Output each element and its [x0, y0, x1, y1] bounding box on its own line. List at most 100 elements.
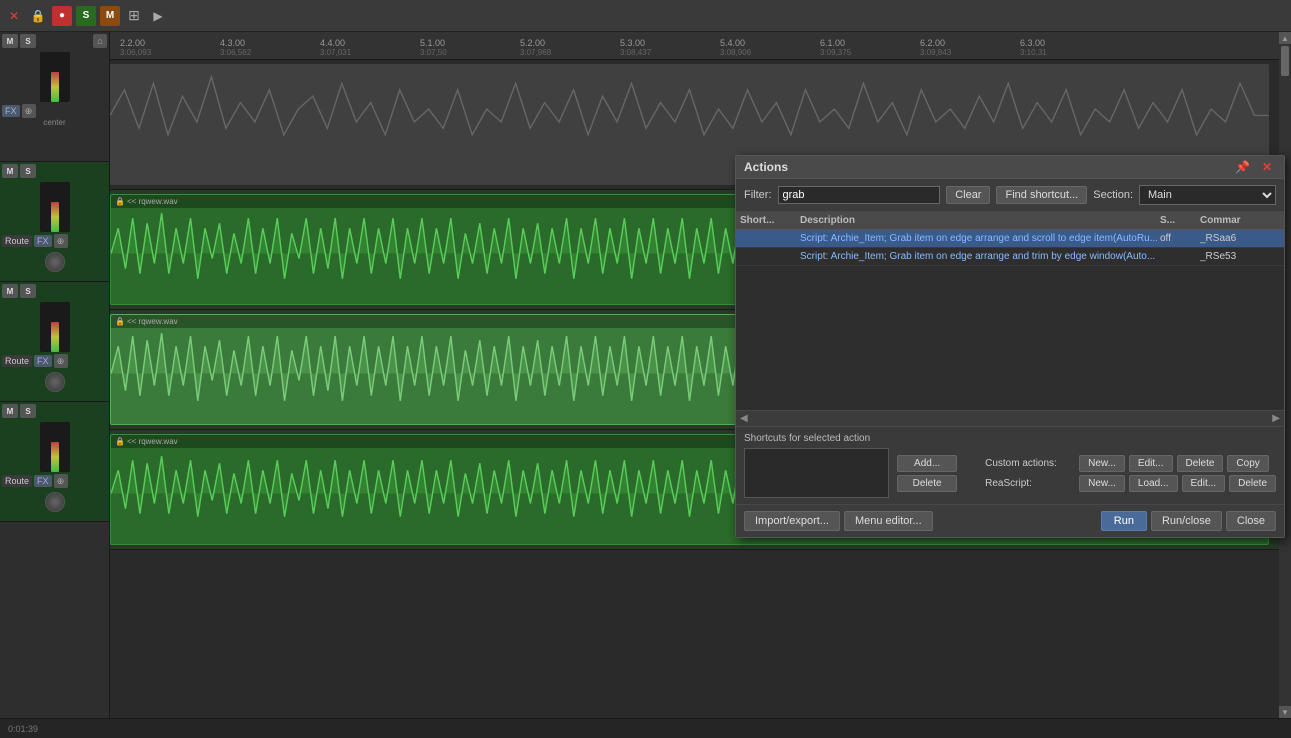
dialog-bottom: Import/export... Menu editor... Run Run/…: [736, 504, 1284, 537]
reascript-load-button[interactable]: Load...: [1129, 475, 1178, 492]
fx-button-1[interactable]: FX: [2, 105, 20, 117]
scroll-up-arrow[interactable]: ▲: [1279, 32, 1291, 44]
timeline: 2.2.003:06,093 4.3.003:06,562 4.4.003:07…: [110, 32, 1279, 60]
s-icon[interactable]: S: [76, 6, 96, 26]
description-cell-0: Script: Archie_Item; Grab item on edge a…: [800, 233, 1160, 244]
section-label: Section:: [1093, 189, 1133, 201]
col-command-header: Commar: [1200, 215, 1280, 226]
mute-button-1[interactable]: M: [2, 34, 18, 48]
mute-button-4[interactable]: M: [2, 404, 18, 418]
timeline-mark-4: 5.2.003:07,968: [520, 38, 551, 57]
scroll-left-arrow[interactable]: ◀: [740, 413, 748, 424]
route-button-4[interactable]: Route: [2, 475, 32, 487]
clip-name-3: << rqwew.wav: [127, 317, 178, 326]
action-row-0[interactable]: Script: Archie_Item; Grab item on edge a…: [736, 230, 1284, 248]
filter-label: Filter:: [744, 189, 772, 201]
filter-input[interactable]: [778, 186, 941, 204]
custom-copy-button[interactable]: Copy: [1227, 455, 1268, 472]
timeline-mark-8: 6.2.003:09,843: [920, 38, 951, 57]
actions-table-header: Short... Description S... Commar: [736, 212, 1284, 230]
timeline-mark-6: 5.4.003:08,906: [720, 38, 751, 57]
delete-shortcut-button[interactable]: Delete: [897, 475, 957, 492]
track-header-4: M S Route FX ⊕: [0, 402, 109, 522]
pan-knob-4[interactable]: [45, 492, 65, 512]
clear-button[interactable]: Clear: [946, 186, 990, 204]
timeline-mark-3: 5.1.003:07,50: [420, 38, 447, 57]
pin-button[interactable]: 📌: [1231, 160, 1254, 174]
solo-button-3[interactable]: S: [20, 284, 36, 298]
shortcut-cell-1: [740, 251, 800, 262]
timeline-mark-1: 4.3.003:06,562: [220, 38, 251, 57]
timeline-mark-0: 2.2.003:06,093: [120, 38, 151, 57]
menu-editor-button[interactable]: Menu editor...: [844, 511, 933, 531]
shortcuts-buttons: Add... Delete: [897, 455, 957, 492]
timeline-mark-9: 6.3.003:10,31: [1020, 38, 1047, 57]
solo-button-2[interactable]: S: [20, 164, 36, 178]
record-icon[interactable]: ●: [52, 6, 72, 26]
io-button-1[interactable]: ⌂: [93, 34, 107, 48]
status-time: 0:01:39: [8, 724, 38, 734]
mute-button-2[interactable]: M: [2, 164, 18, 178]
dialog-title: Actions: [744, 160, 788, 174]
run-button[interactable]: Run: [1101, 511, 1147, 531]
col-status-header: S...: [1160, 215, 1200, 226]
actions-dialog: Actions 📌 ✕ Filter: Clear Find shortcut.…: [735, 155, 1285, 538]
reascript-delete-button[interactable]: Delete: [1229, 475, 1276, 492]
play-icon[interactable]: ▶: [148, 6, 168, 26]
action-row-1[interactable]: Script: Archie_Item; Grab item on edge a…: [736, 248, 1284, 266]
custom-edit-button[interactable]: Edit...: [1129, 455, 1173, 472]
custom-delete-button[interactable]: Delete: [1177, 455, 1224, 472]
route-button-3[interactable]: Route: [2, 355, 32, 367]
close-button[interactable]: Close: [1226, 511, 1276, 531]
command-cell-0: _RSaa6: [1200, 233, 1280, 244]
actions-scroll-arrows: ◀ ▶: [736, 410, 1284, 426]
shortcuts-title: Shortcuts for selected action: [744, 433, 1276, 444]
envelope-button-1[interactable]: ⊕: [22, 104, 36, 118]
vu-meter-3: [40, 302, 70, 352]
io-button-4[interactable]: ⊕: [54, 474, 68, 488]
m-icon[interactable]: M: [100, 6, 120, 26]
custom-actions-label: Custom actions:: [985, 458, 1075, 469]
reascript-label: ReaScript:: [985, 478, 1075, 489]
scrollbar-thumb[interactable]: [1281, 46, 1289, 76]
description-cell-1: Script: Archie_Item; Grab item on edge a…: [800, 251, 1160, 262]
import-export-button[interactable]: Import/export...: [744, 511, 840, 531]
custom-new-button[interactable]: New...: [1079, 455, 1125, 472]
reascript-new-button[interactable]: New...: [1079, 475, 1125, 492]
shortcuts-list[interactable]: [744, 448, 889, 498]
actions-table-body[interactable]: Script: Archie_Item; Grab item on edge a…: [736, 230, 1284, 410]
close-icon[interactable]: ✕: [4, 6, 24, 26]
mute-button-3[interactable]: M: [2, 284, 18, 298]
clip-name-4: << rqwew.wav: [127, 437, 178, 446]
section-select[interactable]: Main Media Explorer MIDI Editor MIDI Eve…: [1139, 185, 1276, 205]
col-description-header: Description: [800, 215, 1160, 226]
fx-button-4[interactable]: FX: [34, 475, 52, 487]
scroll-down-arrow[interactable]: ▼: [1279, 706, 1291, 718]
shortcuts-content: Add... Delete Custom actions: New... Edi…: [744, 448, 1276, 498]
track-list: M S ⌂ FX ⊕ center M S: [0, 32, 110, 718]
dialog-close-button[interactable]: ✕: [1258, 160, 1276, 174]
fx-button-2[interactable]: FX: [34, 235, 52, 247]
io-button-3[interactable]: ⊕: [54, 354, 68, 368]
vu-meter-4: [40, 422, 70, 472]
add-shortcut-button[interactable]: Add...: [897, 455, 957, 472]
run-close-button[interactable]: Run/close: [1151, 511, 1222, 531]
custom-actions-group: Custom actions: New... Edit... Delete Co…: [985, 455, 1276, 492]
grid-icon[interactable]: ⊞: [124, 6, 144, 26]
find-shortcut-button[interactable]: Find shortcut...: [996, 186, 1087, 204]
pan-knob-3[interactable]: [45, 372, 65, 392]
reascript-edit-button[interactable]: Edit...: [1182, 475, 1226, 492]
io-button-2[interactable]: ⊕: [54, 234, 68, 248]
solo-button-4[interactable]: S: [20, 404, 36, 418]
track-header-3: M S Route FX ⊕: [0, 282, 109, 402]
fx-button-3[interactable]: FX: [34, 355, 52, 367]
scroll-right-arrow[interactable]: ▶: [1272, 413, 1280, 424]
pan-knob-2[interactable]: [45, 252, 65, 272]
solo-button-1[interactable]: S: [20, 34, 36, 48]
command-cell-1: _RSe53: [1200, 251, 1280, 262]
track-header-1: M S ⌂ FX ⊕ center: [0, 32, 109, 162]
timeline-mark-5: 5.3.003:08,437: [620, 38, 651, 57]
route-button-2[interactable]: Route: [2, 235, 32, 247]
lock-icon[interactable]: 🔒: [28, 6, 48, 26]
pan-label-1: center: [2, 118, 107, 127]
